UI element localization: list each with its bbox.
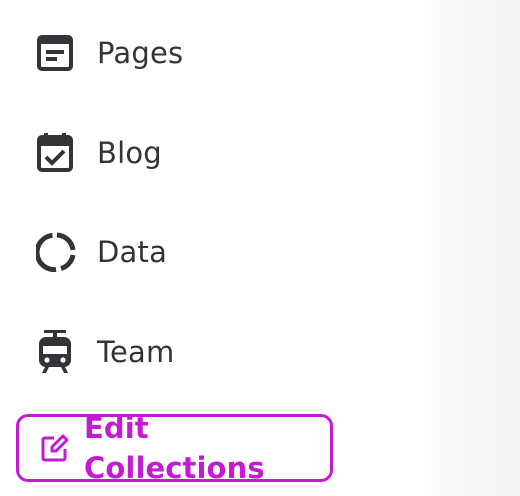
nav-item-label: Team bbox=[97, 335, 175, 369]
collections-nav: Pages Blog Data Team Edit Collections bbox=[0, 0, 420, 496]
tram-icon bbox=[36, 330, 76, 373]
nav-item-label: Data bbox=[97, 235, 168, 269]
content-panel-edge bbox=[420, 0, 520, 496]
nav-item-label: Pages bbox=[97, 36, 184, 70]
edit-collections-label: Edit Collections bbox=[84, 411, 265, 485]
edit-collections-button[interactable]: Edit Collections bbox=[16, 411, 333, 485]
nav-item-data[interactable]: Data bbox=[36, 232, 167, 272]
nav-item-team[interactable]: Team bbox=[36, 330, 175, 373]
edit-square-icon bbox=[40, 433, 70, 463]
calendar-check-icon bbox=[36, 133, 76, 173]
nav-item-blog[interactable]: Blog bbox=[36, 133, 162, 173]
nav-item-pages[interactable]: Pages bbox=[36, 33, 183, 73]
nav-item-label: Blog bbox=[97, 136, 162, 170]
donut-chart-icon bbox=[36, 232, 76, 272]
document-icon bbox=[36, 33, 76, 73]
